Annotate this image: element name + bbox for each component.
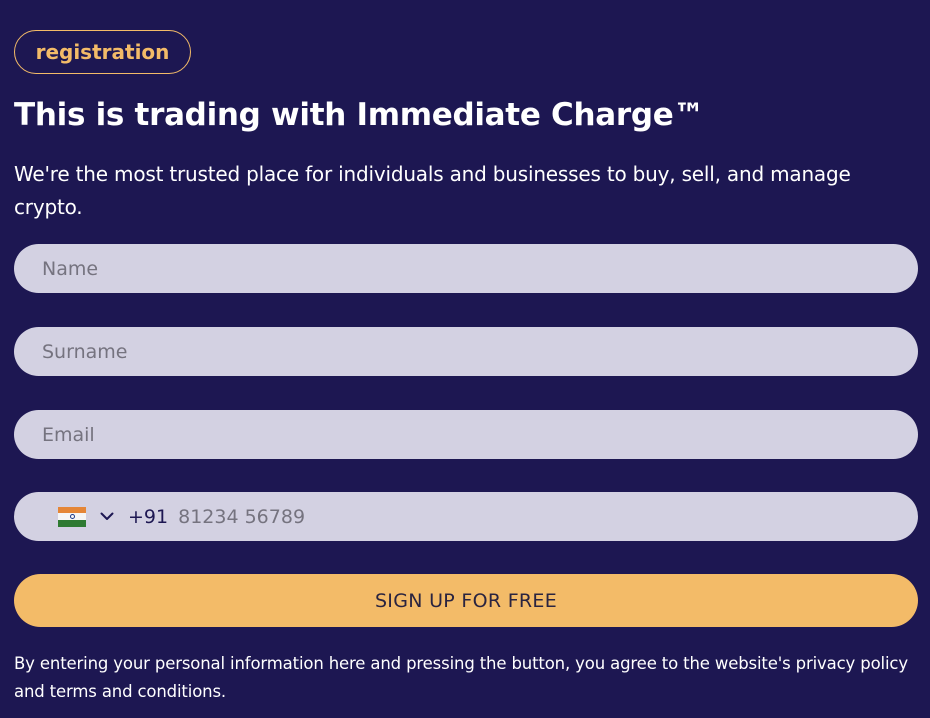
phone-input[interactable] <box>168 492 918 541</box>
privacy-disclaimer: By entering your personal information he… <box>14 654 908 701</box>
phone-field-wrapper: +91 <box>14 492 918 541</box>
name-input[interactable] <box>14 244 918 293</box>
sign-up-button[interactable]: SIGN UP FOR FREE <box>14 574 918 627</box>
registration-badge: registration <box>14 30 191 74</box>
dial-code: +91 <box>128 505 169 528</box>
email-field-wrapper <box>14 410 918 459</box>
email-input[interactable] <box>14 410 918 459</box>
page-subtitle: We're the most trusted place for individ… <box>14 162 851 219</box>
surname-input[interactable] <box>14 327 918 376</box>
surname-field-wrapper <box>14 327 918 376</box>
country-code-selector[interactable]: +91 <box>14 492 168 541</box>
chevron-down-icon <box>100 510 114 524</box>
page-title: This is trading with Immediate Charge™ <box>14 97 705 133</box>
name-field-wrapper <box>14 244 918 293</box>
india-flag-icon <box>58 506 86 527</box>
